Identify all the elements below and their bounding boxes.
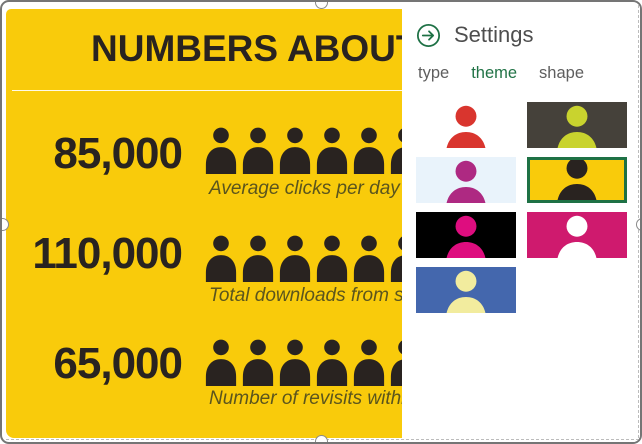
person-icon	[278, 339, 312, 386]
tab-theme[interactable]: theme	[471, 64, 517, 83]
person-icon	[389, 339, 402, 386]
settings-tabs: type theme shape	[418, 64, 584, 83]
infographic-visual-canvas[interactable]: NUMBERS ABOUT 85,000 Average clicks per d…	[6, 9, 402, 438]
settings-title: Settings	[454, 22, 534, 48]
person-icon	[352, 127, 386, 174]
stat-value: 85,000	[6, 132, 182, 176]
people-icons-row	[204, 127, 402, 174]
stat-caption: Total downloads from si	[209, 285, 402, 307]
stat-caption: Number of revisits withi	[209, 388, 402, 410]
theme-swatch-yellow-black[interactable]	[527, 157, 627, 203]
person-icon	[204, 235, 238, 282]
stat-value: 65,000	[6, 342, 182, 386]
theme-swatch-dark-lime[interactable]	[527, 102, 627, 148]
person-icon	[352, 235, 386, 282]
person-icon	[444, 160, 489, 203]
person-icon	[555, 157, 600, 203]
settings-header: Settings	[416, 22, 534, 48]
resize-handle-top[interactable]	[315, 0, 328, 9]
person-icon	[241, 127, 275, 174]
person-icon	[444, 215, 489, 258]
person-icon	[352, 339, 386, 386]
theme-swatch-pink-white[interactable]	[527, 212, 627, 258]
arrow-right-circle-icon	[416, 23, 441, 48]
stat-value: 110,000	[6, 232, 182, 276]
people-icons-row	[204, 339, 402, 386]
person-icon	[204, 127, 238, 174]
person-icon	[389, 127, 402, 174]
visual-title: NUMBERS ABOUT	[91, 30, 402, 68]
tab-type[interactable]: type	[418, 64, 449, 83]
tab-shape[interactable]: shape	[539, 64, 584, 83]
theme-swatch-grid	[416, 102, 627, 313]
stat-caption: Average clicks per day	[209, 178, 400, 200]
person-icon	[241, 339, 275, 386]
person-icon	[444, 105, 489, 148]
person-icon	[444, 270, 489, 313]
settings-panel: Settings type theme shape	[402, 4, 642, 444]
people-icons-row	[204, 235, 402, 282]
theme-swatch-blue-paleyellow[interactable]	[416, 267, 516, 313]
theme-swatch-white-red[interactable]	[416, 102, 516, 148]
theme-swatch-lightblue-magenta[interactable]	[416, 157, 516, 203]
person-icon	[555, 215, 600, 258]
person-icon	[315, 127, 349, 174]
person-icon	[315, 235, 349, 282]
resize-handle-bottom[interactable]	[315, 435, 328, 444]
settings-back-button[interactable]	[416, 23, 441, 48]
theme-swatch-black-magenta[interactable]	[416, 212, 516, 258]
person-icon	[278, 127, 312, 174]
person-icon	[555, 105, 600, 148]
title-divider	[12, 90, 402, 91]
person-icon	[204, 339, 238, 386]
person-icon	[241, 235, 275, 282]
person-icon	[315, 339, 349, 386]
infographic-editor-window: NUMBERS ABOUT 85,000 Average clicks per d…	[0, 0, 642, 444]
person-icon	[389, 235, 402, 282]
resize-handle-right[interactable]	[636, 218, 642, 231]
person-icon	[278, 235, 312, 282]
